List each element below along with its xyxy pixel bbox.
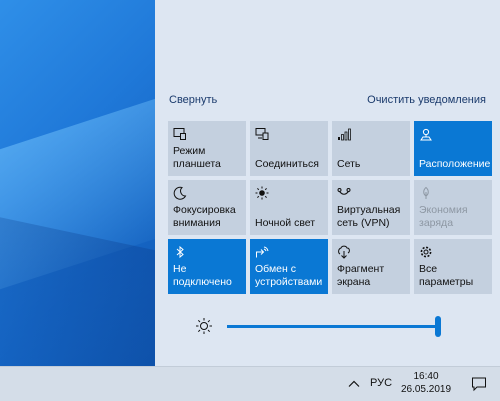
tile-location[interactable]: Расположение: [414, 121, 492, 176]
show-hidden-icons-chevron-up-icon[interactable]: [346, 376, 362, 392]
tile-network[interactable]: Сеть: [332, 121, 410, 176]
tile-focus-assist[interactable]: Фокусировка внимания: [168, 180, 246, 235]
focus-assist-moon-icon: [173, 186, 187, 200]
tile-vpn[interactable]: Виртуальная сеть (VPN): [332, 180, 410, 235]
notification-speech-bubble-icon: [472, 377, 486, 392]
collapse-link[interactable]: Свернуть: [169, 94, 217, 106]
night-light-icon: [255, 186, 269, 200]
taskbar: РУС 16:40 26.05.2019: [0, 366, 500, 401]
clear-notifications-link[interactable]: Очистить уведомления: [367, 94, 486, 106]
tile-label: Экономия заряда: [419, 204, 468, 229]
brightness-sun-icon: [195, 317, 213, 335]
input-language-indicator[interactable]: РУС: [370, 377, 392, 389]
tablet-mode-icon: [173, 127, 187, 141]
tile-bluetooth[interactable]: Не подключено: [168, 239, 246, 294]
action-center-button[interactable]: [458, 367, 500, 401]
tile-battery-saver[interactable]: Экономия заряда: [414, 180, 492, 235]
tile-tablet-mode[interactable]: Режим планшета: [168, 121, 246, 176]
tile-label: Обмен с устройствами: [255, 263, 323, 288]
network-icon: [337, 127, 351, 141]
quick-actions-grid: Режим планшета Соединиться Сеть Располож…: [168, 121, 492, 294]
tile-label: Сеть: [337, 158, 361, 170]
tile-label: Расположение: [419, 158, 491, 170]
tile-all-settings[interactable]: Все параметры: [414, 239, 492, 294]
action-center-panel: Свернуть Очистить уведомления Режим план…: [155, 0, 500, 366]
tile-label: Ночной свет: [255, 217, 316, 229]
tile-night-light[interactable]: Ночной свет: [250, 180, 328, 235]
clock-date: 26.05.2019: [400, 384, 452, 395]
tile-label: Фокусировка внимания: [173, 204, 236, 229]
brightness-control: [195, 316, 445, 338]
tile-label: Не подключено: [173, 263, 232, 288]
bluetooth-icon: [173, 245, 187, 259]
nearby-sharing-icon: [255, 245, 269, 259]
battery-saver-icon: [419, 186, 433, 200]
tile-label: Фрагмент экрана: [337, 263, 385, 288]
tile-nearby-sharing[interactable]: Обмен с устройствами: [250, 239, 328, 294]
settings-gear-icon: [419, 245, 433, 259]
screen-snip-icon: [337, 245, 351, 259]
taskbar-clock[interactable]: 16:40 26.05.2019: [398, 370, 454, 396]
tile-screen-snip[interactable]: Фрагмент экрана: [332, 239, 410, 294]
tile-label: Виртуальная сеть (VPN): [337, 204, 401, 229]
tile-connect[interactable]: Соединиться: [250, 121, 328, 176]
tile-label: Все параметры: [419, 263, 474, 288]
connect-icon: [255, 127, 269, 141]
location-icon: [419, 127, 433, 141]
brightness-slider-track[interactable]: [227, 325, 439, 328]
vpn-icon: [337, 186, 351, 200]
tile-label: Режим планшета: [173, 145, 221, 170]
tile-label: Соединиться: [255, 158, 319, 170]
clock-time: 16:40: [413, 371, 439, 382]
brightness-slider-thumb[interactable]: [435, 316, 441, 337]
desktop-wallpaper: [0, 0, 155, 366]
